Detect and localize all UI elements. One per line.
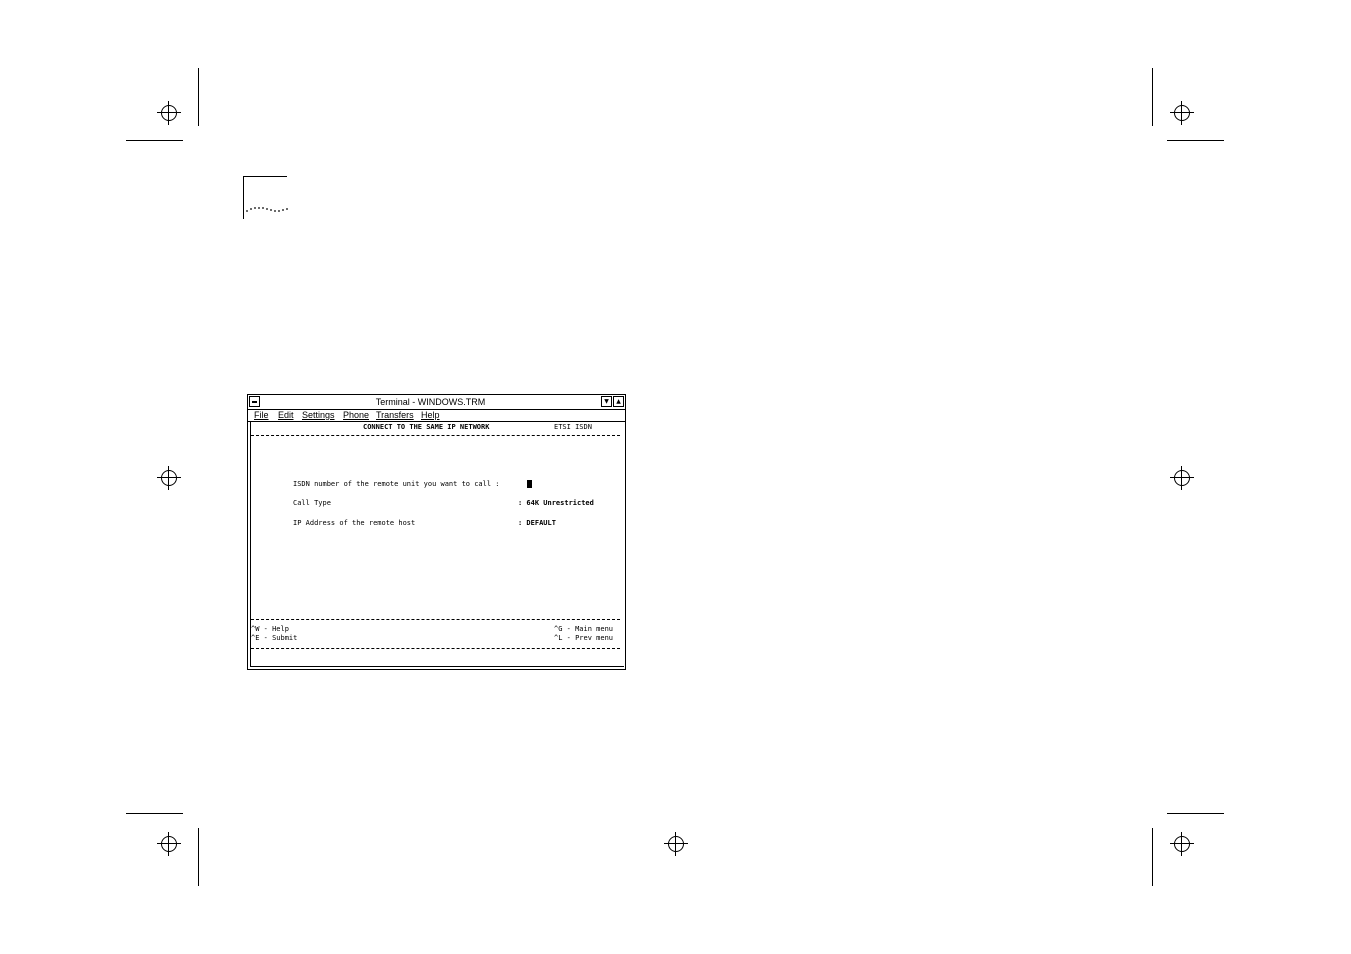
field-label-ip-address: IP Address of the remote host [293, 519, 416, 527]
crop-mark [126, 140, 183, 141]
field-label-isdn-number: ISDN number of the remote unit you want … [293, 480, 500, 488]
window-title: Terminal - WINDOWS.TRM [375, 397, 486, 407]
registration-mark-icon [157, 832, 181, 856]
registration-mark-icon [1170, 101, 1194, 125]
crop-mark [1152, 68, 1153, 126]
menu-settings[interactable]: Settings [302, 410, 335, 421]
minimize-button[interactable]: ▼ [601, 396, 612, 407]
menu-bar: File Edit Settings Phone Transfers Help [248, 410, 625, 422]
menu-file[interactable]: File [254, 410, 269, 421]
field-label-call-type: Call Type [293, 499, 331, 507]
screen-header-title: CONNECT TO THE SAME IP NETWORK [363, 423, 490, 431]
menu-phone[interactable]: Phone [343, 410, 369, 421]
footer-main-menu-key: ^G - Main menu [554, 625, 614, 633]
footer-help-key: ^W - Help [251, 625, 289, 633]
maximize-button[interactable]: ▲ [613, 396, 624, 407]
window-bottom-edge [251, 666, 624, 667]
footer-submit-key: ^E - Submit [251, 634, 298, 642]
page-corner-ornament-icon [243, 176, 289, 220]
divider [251, 619, 620, 620]
title-bar: Terminal - WINDOWS.TRM ▼ ▲ [248, 395, 625, 410]
isdn-number-input[interactable] [527, 480, 532, 490]
menu-help[interactable]: Help [421, 410, 440, 421]
crop-mark [1167, 140, 1224, 141]
terminal-screen[interactable]: CONNECT TO THE SAME IP NETWORK ETSI ISDN… [250, 422, 624, 667]
system-menu-button[interactable] [249, 396, 260, 407]
ip-address-value[interactable]: : DEFAULT [518, 519, 556, 528]
registration-mark-icon [1170, 832, 1194, 856]
crop-mark [1167, 813, 1224, 814]
crop-mark [198, 68, 199, 126]
crop-mark [126, 813, 183, 814]
crop-mark [1152, 828, 1153, 886]
divider [251, 648, 620, 649]
footer-prev-menu-key: ^L - Prev menu [554, 634, 614, 642]
divider [251, 435, 620, 436]
registration-mark-icon [157, 466, 181, 490]
menu-edit[interactable]: Edit [278, 410, 294, 421]
text-cursor [527, 480, 532, 488]
registration-mark-icon [157, 101, 181, 125]
registration-mark-icon [1170, 466, 1194, 490]
registration-mark-icon [664, 832, 688, 856]
crop-mark [198, 828, 199, 886]
screen-header-mode: ETSI ISDN [554, 423, 592, 431]
menu-transfers[interactable]: Transfers [376, 410, 414, 421]
terminal-window: Terminal - WINDOWS.TRM ▼ ▲ File Edit Set… [247, 394, 626, 670]
call-type-value[interactable]: : 64K Unrestricted [518, 499, 594, 508]
